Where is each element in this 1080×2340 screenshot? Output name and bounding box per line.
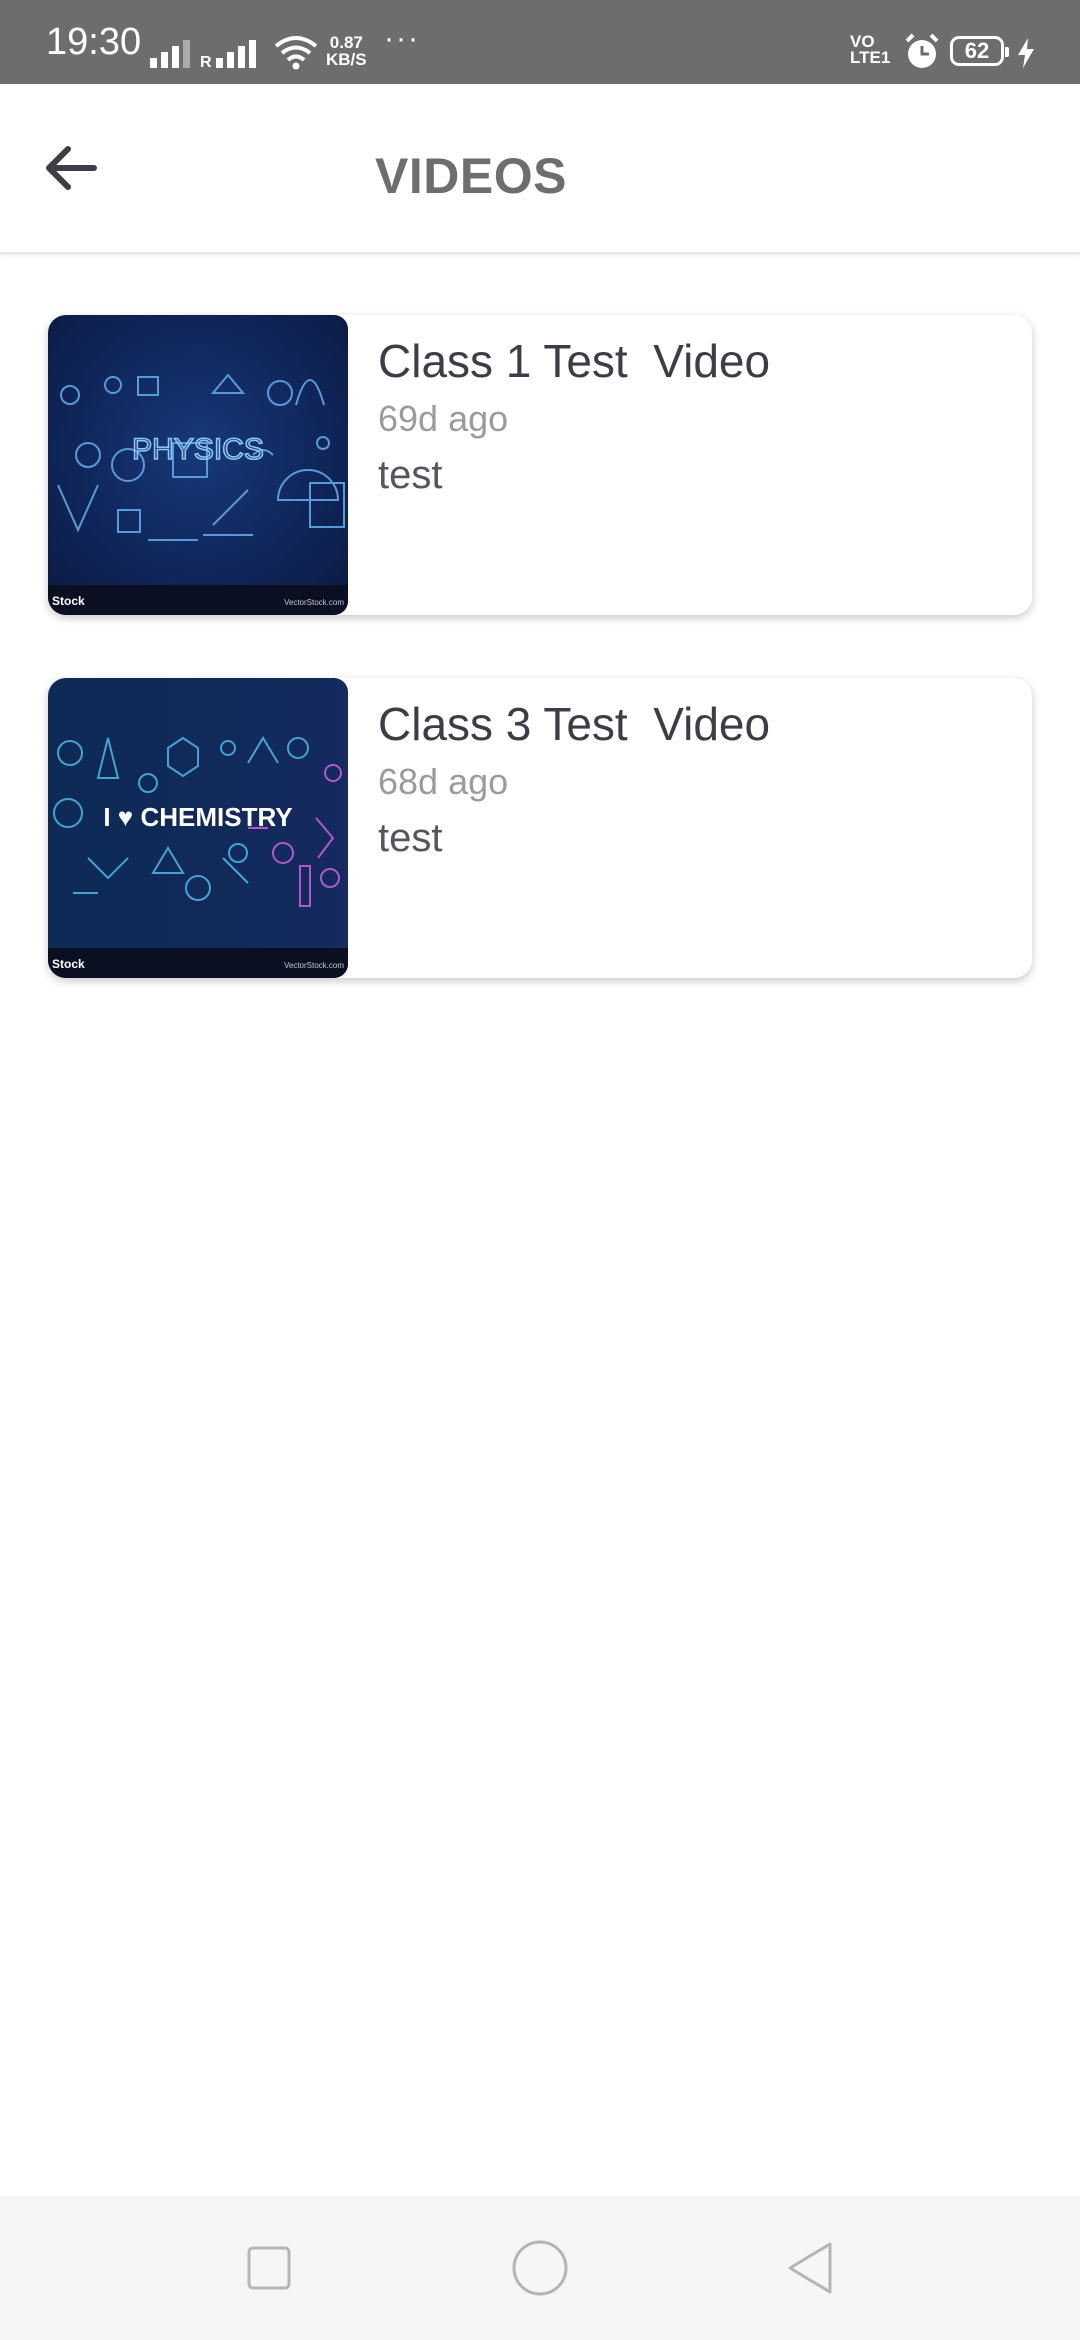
watermark-left: Stock (52, 594, 85, 608)
video-card[interactable]: I ♥ CHEMISTRY Stock VectorStock.com Clas… (48, 678, 1032, 978)
svg-text:R: R (200, 54, 212, 68)
home-circle-icon[interactable] (508, 2236, 572, 2300)
network-speed: 0.87 KB/S (326, 34, 367, 68)
app-bar: VIDEOS (0, 84, 1080, 254)
video-title: Class 3 Test Video (378, 698, 771, 750)
back-arrow-icon (46, 146, 97, 190)
network-speed-unit: KB/S (326, 50, 367, 69)
watermark-left: Stock (52, 957, 85, 971)
video-list: PHYSICS Stock VectorStock.com Class 1 Te… (0, 315, 1080, 1041)
recents-square-icon[interactable] (237, 2236, 301, 2300)
video-thumbnail: I ♥ CHEMISTRY Stock VectorStock.com (48, 678, 348, 978)
video-posted-time: 69d ago (378, 398, 509, 439)
thumbnail-text: PHYSICS (132, 433, 264, 466)
network-speed-value: 0.87 (329, 33, 363, 52)
volte-indicator: VO LTE1 (850, 33, 891, 67)
page-title: VIDEOS (375, 148, 567, 204)
video-description: test (378, 453, 443, 497)
roaming-signal-icon: R (200, 40, 256, 68)
battery-icon: 62 (950, 36, 1009, 66)
back-button[interactable] (36, 134, 104, 202)
status-bar: 19:30 R 0.87 KB/S ··· VO LTE1 62 (0, 0, 1080, 84)
back-triangle-icon[interactable] (778, 2236, 842, 2300)
thumbnail-text: I ♥ CHEMISTRY (103, 802, 292, 832)
video-card[interactable]: PHYSICS Stock VectorStock.com Class 1 Te… (48, 315, 1032, 615)
wifi-icon (274, 36, 318, 70)
status-time: 19:30 (46, 21, 142, 63)
video-thumbnail: PHYSICS Stock VectorStock.com (48, 315, 348, 615)
system-nav-bar (0, 2196, 1080, 2340)
watermark-right: VectorStock.com (284, 598, 344, 607)
chemistry-thumbnail-image: I ♥ CHEMISTRY Stock VectorStock.com (48, 678, 348, 978)
volte-line2: LTE1 (850, 48, 891, 67)
physics-thumbnail-image: PHYSICS Stock VectorStock.com (48, 315, 348, 615)
watermark-right: VectorStock.com (284, 961, 344, 970)
video-posted-time: 68d ago (378, 761, 509, 802)
alarm-icon (905, 33, 939, 68)
video-description: test (378, 816, 443, 860)
charging-icon (1018, 38, 1034, 68)
video-title: Class 1 Test Video (378, 335, 771, 387)
signal-icon (150, 40, 190, 68)
more-notifications-indicator: ··· (384, 22, 420, 55)
